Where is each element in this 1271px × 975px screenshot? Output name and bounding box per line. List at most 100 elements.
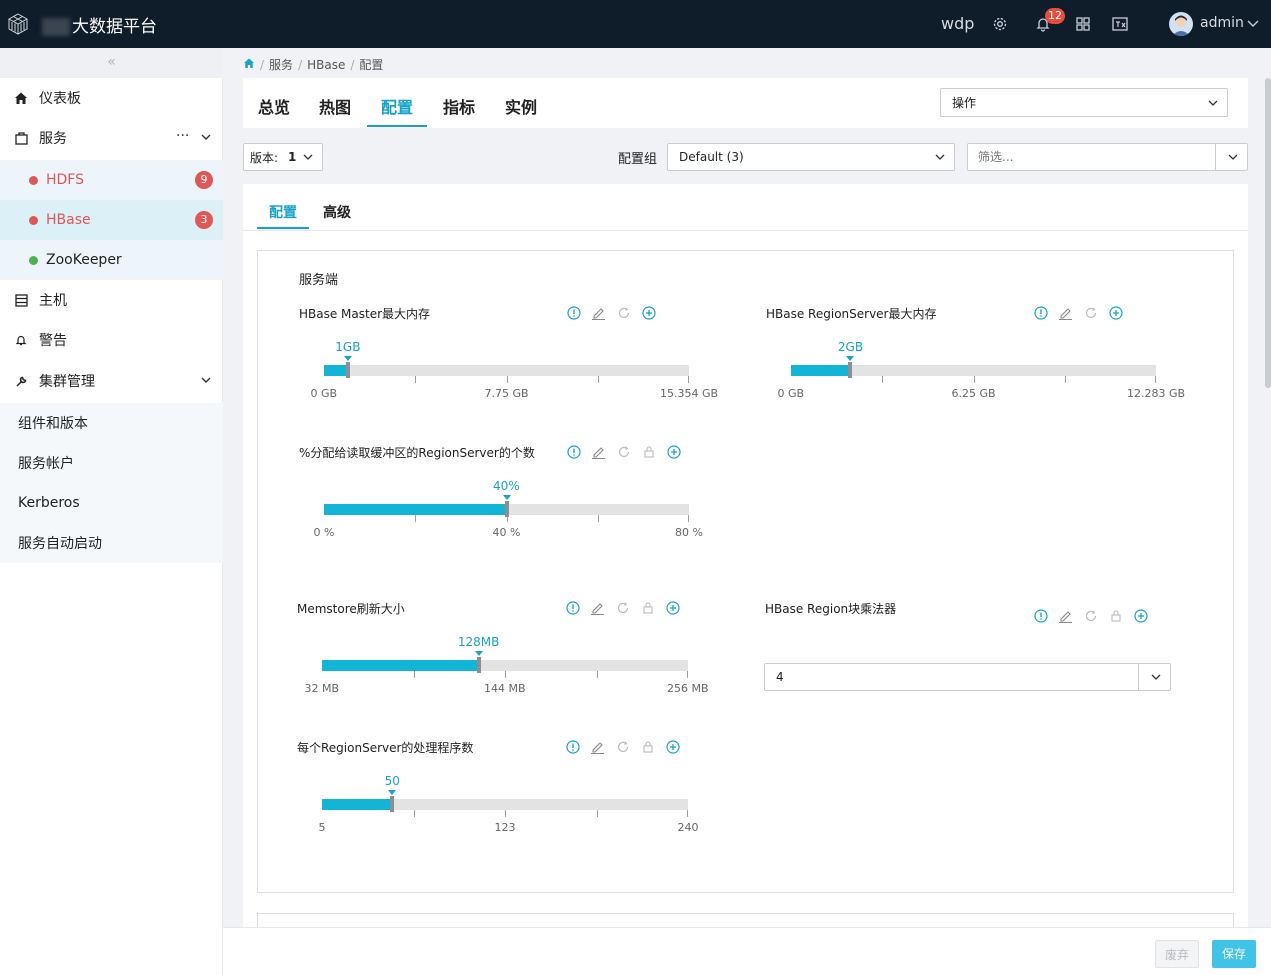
refresh-icon[interactable] — [616, 305, 631, 320]
master-mem-actions — [566, 305, 666, 320]
breadcrumb-services[interactable]: 服务 — [269, 56, 293, 73]
chevron-down-icon[interactable] — [1246, 16, 1260, 30]
username-label[interactable]: admin — [1200, 15, 1244, 31]
sidebar-item-label: 仪表板 — [39, 91, 81, 107]
rs-mem-slider[interactable] — [791, 362, 1156, 383]
sidebar-item-cluster[interactable]: 集群管理 — [0, 361, 223, 401]
chevron-down-icon[interactable] — [200, 131, 212, 147]
bell-icon — [14, 333, 28, 347]
discard-button[interactable]: 废弃 — [1155, 940, 1199, 968]
sidebar-collapse-button[interactable]: « — [0, 48, 223, 78]
translate-icon[interactable] — [1110, 14, 1130, 34]
config-group-label: 配置组 — [618, 152, 658, 167]
version-select[interactable]: 版本: 1 — [243, 143, 323, 171]
info-icon[interactable] — [565, 600, 580, 615]
status-dot — [29, 215, 38, 225]
save-button[interactable]: 保存 — [1212, 940, 1256, 968]
sidebar-item-auto-start[interactable]: 服务自动启动 — [0, 523, 223, 563]
info-icon[interactable] — [566, 305, 581, 320]
refresh-icon[interactable] — [615, 600, 630, 615]
read-cache-slider[interactable] — [324, 501, 689, 522]
slider-handle[interactable] — [848, 362, 853, 378]
sidebar-item-alerts[interactable]: 警告 — [0, 320, 223, 360]
add-icon[interactable] — [666, 444, 681, 459]
add-icon[interactable] — [1133, 608, 1148, 623]
scrollbar[interactable] — [1265, 78, 1271, 388]
lock-icon[interactable] — [640, 600, 655, 615]
sidebar-item-service-accounts[interactable]: 服务帐户 — [0, 443, 223, 483]
sidebar-item-services[interactable]: 服务 ··· — [0, 118, 223, 158]
add-icon[interactable] — [641, 305, 656, 320]
slider-axis-label: 32 MB — [304, 682, 340, 695]
brand-title[interactable]: 大数据平台 — [42, 12, 157, 37]
handlers-slider[interactable] — [322, 796, 688, 817]
add-icon[interactable] — [665, 600, 680, 615]
slider-tick — [973, 376, 975, 383]
sidebar-service-hdfs[interactable]: HDFS 9 — [0, 160, 223, 200]
edit-icon[interactable] — [590, 600, 605, 615]
config-group-value: Default (3) — [679, 150, 744, 164]
slider-handle[interactable] — [476, 657, 481, 673]
slider-value-marker — [474, 651, 483, 656]
edit-icon[interactable] — [1058, 608, 1073, 623]
slider-handle[interactable] — [504, 501, 509, 517]
block-multiplier-select[interactable]: 4 — [764, 663, 1171, 691]
config-group-select[interactable]: Default (3) — [667, 143, 955, 171]
gear-icon[interactable] — [990, 14, 1010, 34]
edit-icon[interactable] — [591, 444, 606, 459]
sidebar-service-hbase[interactable]: HBase 3 — [0, 200, 223, 240]
refresh-icon[interactable] — [1083, 608, 1098, 623]
tab-heatmap[interactable]: 热图 — [319, 94, 351, 118]
sidebar-item-label: 警告 — [39, 333, 67, 349]
slider-handle[interactable] — [345, 362, 350, 378]
sidebar-item-kerberos[interactable]: Kerberos — [0, 483, 223, 523]
wrench-icon — [14, 374, 28, 388]
info-icon[interactable] — [565, 739, 580, 754]
service-label: HBase — [46, 212, 91, 228]
actions-select[interactable]: 操作 — [940, 88, 1228, 117]
breadcrumb-hbase[interactable]: HBase — [307, 58, 345, 72]
filter-input[interactable] — [968, 144, 1214, 170]
sidebar-service-zookeeper[interactable]: ZooKeeper — [0, 240, 223, 280]
status-dot — [29, 175, 38, 185]
add-icon[interactable] — [665, 739, 680, 754]
slider-handle[interactable] — [390, 796, 395, 812]
sidebar-item-hosts[interactable]: 主机 — [0, 280, 223, 320]
edit-icon[interactable] — [1058, 305, 1073, 320]
lock-icon[interactable] — [640, 739, 655, 754]
master-mem-slider[interactable] — [324, 362, 689, 383]
home-icon[interactable] — [243, 57, 255, 72]
sidebar-item-components[interactable]: 组件和版本 — [0, 403, 223, 443]
more-icon[interactable]: ··· — [176, 128, 189, 144]
divider — [1215, 144, 1216, 170]
info-icon[interactable] — [1033, 305, 1048, 320]
refresh-icon[interactable] — [615, 739, 630, 754]
slider-axis-label: 123 — [494, 821, 516, 834]
edit-icon[interactable] — [590, 739, 605, 754]
refresh-icon[interactable] — [616, 444, 631, 459]
tab-summary[interactable]: 总览 — [258, 94, 290, 118]
avatar[interactable] — [1169, 12, 1193, 36]
lock-icon[interactable] — [641, 444, 656, 459]
chevron-down-icon[interactable] — [200, 374, 212, 390]
add-icon[interactable] — [1108, 305, 1123, 320]
lock-icon[interactable] — [1108, 608, 1123, 623]
subtab-config[interactable]: 配置 — [269, 202, 297, 222]
brand-text: 大数据平台 — [72, 17, 157, 37]
info-icon[interactable] — [1033, 608, 1048, 623]
info-icon[interactable] — [566, 444, 581, 459]
active-subtab-indicator — [257, 227, 309, 229]
subtab-advanced[interactable]: 高级 — [323, 202, 351, 222]
memstore-slider[interactable] — [322, 657, 688, 678]
edit-icon[interactable] — [591, 305, 606, 320]
tab-metrics[interactable]: 指标 — [443, 94, 475, 118]
tab-config[interactable]: 配置 — [381, 94, 413, 118]
tab-instances[interactable]: 实例 — [505, 94, 537, 118]
filter-dropdown-icon[interactable] — [1227, 151, 1239, 163]
logo-icon[interactable] — [6, 12, 30, 36]
slider-tick — [596, 671, 598, 678]
refresh-icon[interactable] — [1083, 305, 1098, 320]
user-short-label[interactable]: wdp — [941, 14, 974, 33]
grid-icon[interactable] — [1073, 14, 1093, 34]
sidebar-item-dashboard[interactable]: 仪表板 — [0, 78, 223, 118]
